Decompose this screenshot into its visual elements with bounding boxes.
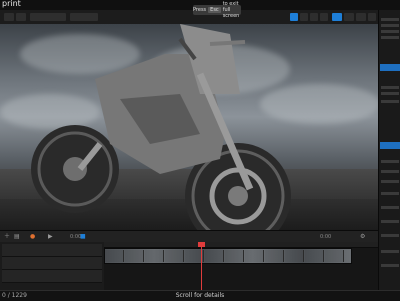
outliner-row[interactable] <box>381 36 399 39</box>
outliner-row[interactable] <box>381 24 399 27</box>
details-selected-component[interactable] <box>380 142 400 149</box>
app-title: print <box>2 0 21 8</box>
record-icon[interactable]: ● <box>30 234 35 240</box>
browse-button[interactable] <box>16 13 26 21</box>
esc-key-label: Esc <box>208 7 221 13</box>
details-row[interactable] <box>381 220 399 223</box>
details-row[interactable] <box>381 264 399 267</box>
grid-size-button[interactable] <box>344 13 354 21</box>
track-row[interactable] <box>2 244 102 257</box>
settings-icon[interactable]: ⚙ <box>360 234 365 240</box>
toolbar-dropdown-2[interactable] <box>70 13 98 21</box>
track-row[interactable] <box>2 257 102 270</box>
outliner-row[interactable] <box>381 30 399 33</box>
details-row[interactable] <box>381 192 399 195</box>
scroll-for-details-hint: Scroll for details <box>175 292 225 299</box>
save-button[interactable] <box>4 13 14 21</box>
exit-fullscreen-label: to exit full screen <box>222 1 240 19</box>
bottom-status-bar: 0 / 1229 Scroll for details <box>0 290 400 301</box>
level-viewport[interactable] <box>0 24 378 230</box>
outliner-row[interactable] <box>381 92 399 95</box>
details-panel <box>378 10 400 300</box>
playhead-handle[interactable] <box>198 242 205 247</box>
details-row[interactable] <box>381 160 399 163</box>
outliner-row[interactable] <box>381 86 399 89</box>
outliner-row[interactable] <box>381 18 399 21</box>
toolbar-dropdown[interactable] <box>30 13 66 21</box>
snap-toggle-button[interactable] <box>332 13 342 21</box>
track-row[interactable] <box>2 270 102 283</box>
fullscreen-exit-banner: Press Esc to exit full screen <box>193 1 241 19</box>
save-icon[interactable]: ▤ <box>14 234 20 240</box>
details-row[interactable] <box>381 206 399 209</box>
move-tool-button[interactable] <box>300 13 308 21</box>
camera-speed-button[interactable] <box>356 13 366 21</box>
sequencer-track-list <box>0 242 105 290</box>
add-track-icon[interactable]: ＋ <box>4 234 10 240</box>
details-row[interactable] <box>381 250 399 253</box>
details-row[interactable] <box>381 180 399 183</box>
main-toolbar <box>0 10 378 25</box>
maximize-viewport-button[interactable] <box>368 13 376 21</box>
outliner-selected-row[interactable] <box>380 64 400 71</box>
end-time-label: 0:00 <box>320 234 332 240</box>
snap-icon[interactable]: ■ <box>80 234 86 240</box>
sequencer-timeline[interactable] <box>104 242 378 290</box>
press-label: Press <box>193 7 207 13</box>
details-row[interactable] <box>381 170 399 173</box>
select-mode-button[interactable] <box>290 13 298 21</box>
motorcycle-model[interactable] <box>0 24 378 230</box>
details-row[interactable] <box>381 234 399 237</box>
playhead[interactable] <box>201 242 202 290</box>
outliner-row[interactable] <box>381 100 399 103</box>
play-icon[interactable]: ▶ <box>48 234 53 240</box>
camera-cut-clip[interactable] <box>104 248 352 264</box>
scale-tool-button[interactable] <box>320 13 328 21</box>
rotate-tool-button[interactable] <box>310 13 318 21</box>
